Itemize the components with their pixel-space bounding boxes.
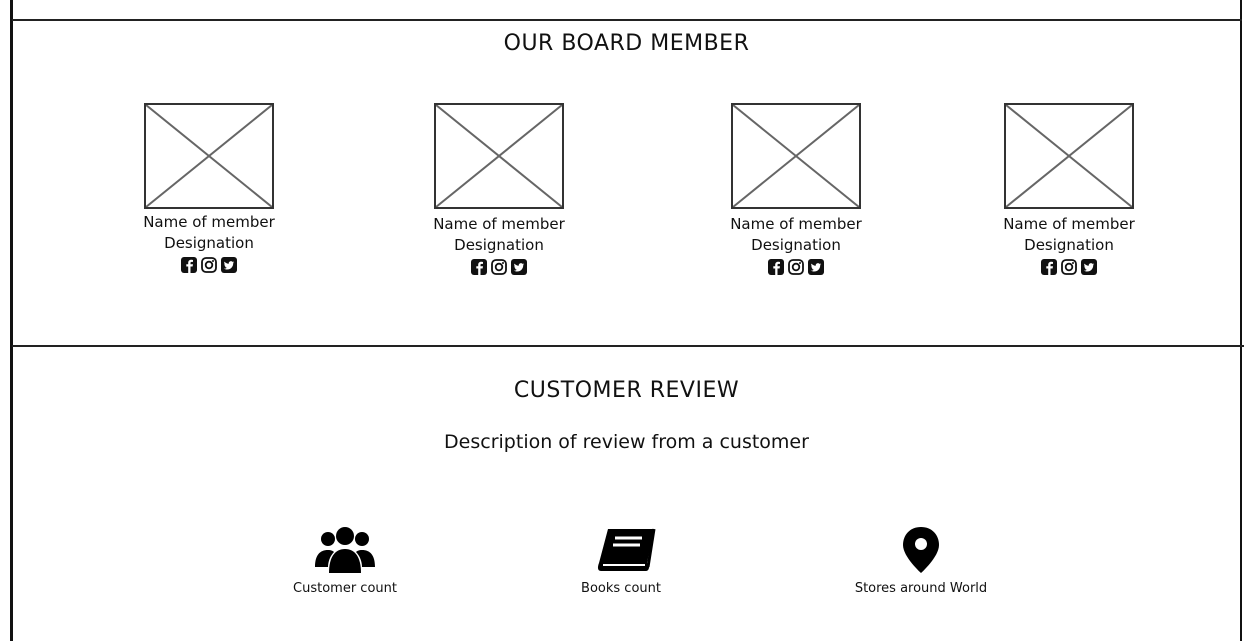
member-social-links: [706, 258, 886, 276]
twitter-icon[interactable]: [807, 258, 825, 276]
member-designation: Designation: [1024, 236, 1114, 254]
book-icon: [511, 523, 731, 575]
stat-customer-count: Customer count: [235, 523, 455, 596]
map-marker-icon: [811, 523, 1031, 575]
member-name: Name of member: [1003, 215, 1135, 233]
facebook-icon[interactable]: [767, 258, 785, 276]
instagram-icon[interactable]: [200, 256, 218, 274]
member-photo-placeholder: [434, 103, 564, 209]
users-icon: [235, 523, 455, 575]
member-name: Name of member: [433, 215, 565, 233]
stat-books-count: Books count: [511, 523, 731, 596]
review-description: Description of review from a customer: [444, 431, 809, 453]
member-social-links: [119, 256, 299, 274]
member-photo-placeholder: [1004, 103, 1134, 209]
twitter-icon[interactable]: [1080, 258, 1098, 276]
member-social-links: [409, 258, 589, 276]
facebook-icon[interactable]: [180, 256, 198, 274]
member-photo-placeholder: [731, 103, 861, 209]
stat-label: Customer count: [293, 581, 397, 596]
page-frame-right: [1240, 0, 1242, 641]
facebook-icon[interactable]: [470, 258, 488, 276]
facebook-icon[interactable]: [1040, 258, 1058, 276]
stat-label: Stores around World: [854, 581, 988, 596]
instagram-icon[interactable]: [490, 258, 508, 276]
board-member-card: Name of member Designation: [409, 103, 589, 276]
board-title: OUR BOARD MEMBER: [503, 31, 750, 56]
twitter-icon[interactable]: [220, 256, 238, 274]
member-designation: Designation: [751, 236, 841, 254]
member-designation: Designation: [454, 236, 544, 254]
top-border: [12, 19, 1242, 21]
page-frame-left: [10, 0, 13, 641]
board-member-card: Name of member Designation: [119, 103, 299, 274]
twitter-icon[interactable]: [510, 258, 528, 276]
member-designation: Designation: [164, 234, 254, 252]
instagram-icon[interactable]: [1060, 258, 1078, 276]
review-title: CUSTOMER REVIEW: [513, 378, 740, 403]
member-name: Name of member: [730, 215, 862, 233]
member-name: Name of member: [143, 213, 275, 231]
instagram-icon[interactable]: [787, 258, 805, 276]
board-member-card: Name of member Designation: [979, 103, 1159, 276]
member-photo-placeholder: [144, 103, 274, 209]
stat-stores-around-world: Stores around World: [811, 523, 1031, 596]
board-member-card: Name of member Designation: [706, 103, 886, 276]
section-divider: [12, 345, 1244, 347]
stat-label: Books count: [581, 581, 661, 596]
member-social-links: [979, 258, 1159, 276]
